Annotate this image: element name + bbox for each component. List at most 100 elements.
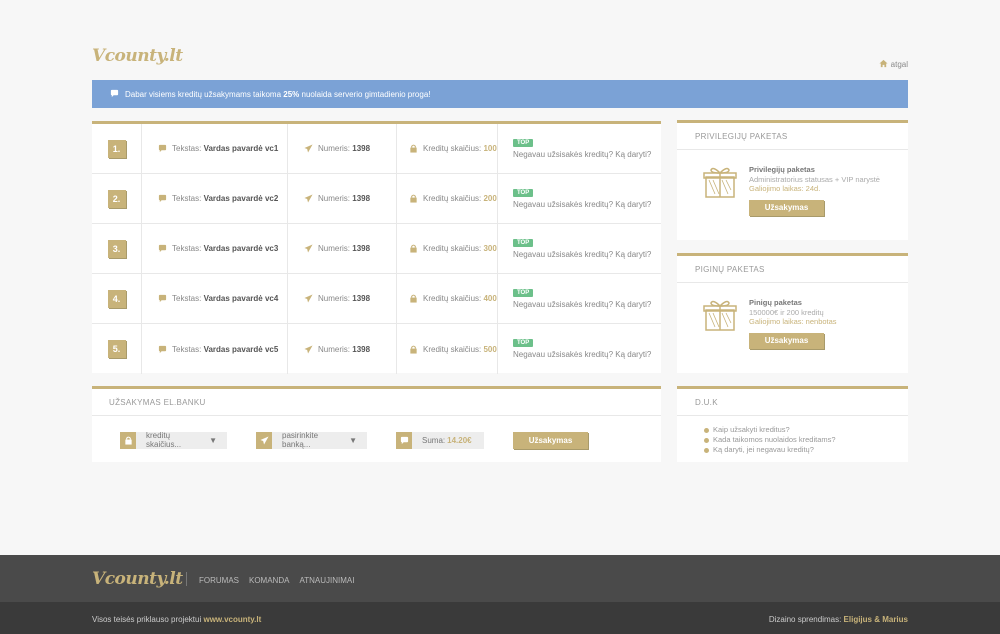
design-authors: Eligijus & Marius xyxy=(843,615,908,624)
package-name: Pinigų paketas xyxy=(749,298,802,307)
footer-link-komanda[interactable]: KOMANDA xyxy=(249,576,289,585)
paper-plane-icon xyxy=(304,244,313,253)
offer-number-badge: 2. xyxy=(107,189,126,208)
chat-bubble-icon xyxy=(158,345,167,354)
footer-divider xyxy=(186,572,187,586)
offer-row[interactable]: 1. Tekstas: Vardas pavardė vc1 Numeris: … xyxy=(92,124,661,174)
sms-number-label: Numeris: 1398 xyxy=(318,244,371,253)
offer-number-badge: 3. xyxy=(107,239,126,258)
home-icon xyxy=(879,59,888,70)
footer-bottom: Visos teisės priklauso projektui www.vco… xyxy=(0,602,1000,634)
package-title: PRIVILEGIJŲ PAKETAS xyxy=(677,123,908,150)
sms-number-label: Numeris: 1398 xyxy=(318,344,371,354)
paper-plane-icon xyxy=(304,194,313,203)
package-description: 150000€ ir 200 kreditų xyxy=(749,307,824,317)
header: Vcounty.lt atgal xyxy=(92,44,908,72)
copyright-text: Visos teisės priklauso projektui www.vco… xyxy=(92,615,262,624)
sms-text-value: Vardas pavardė vc2 xyxy=(203,194,279,203)
lock-icon xyxy=(409,294,418,303)
sms-number-label: Numeris: 1398 xyxy=(318,194,371,203)
lock-icon xyxy=(409,144,418,153)
paper-plane-icon xyxy=(304,344,313,354)
credit-offers-table: 1. Tekstas: Vardas pavardė vc1 Numeris: … xyxy=(92,121,661,374)
bullet-icon xyxy=(704,447,709,453)
sms-number-label: Numeris: 1398 xyxy=(318,144,371,153)
bank-select[interactable]: pasirinkite banką... ▼ xyxy=(256,431,367,449)
help-link[interactable]: Negavau užsisakės kreditų? Ką daryti? xyxy=(513,150,651,159)
bank-order-panel: UŽSAKYMAS EL.BANKU kreditų skaičius... ▼ … xyxy=(92,386,661,462)
footer-link-atnaujinimai[interactable]: ATNAUJINIMAI xyxy=(299,576,354,585)
paper-plane-icon xyxy=(256,431,272,449)
order-button[interactable]: Užsakymas xyxy=(513,431,588,449)
help-link[interactable]: Negavau užsisakės kreditų? Ką daryti? xyxy=(513,200,651,209)
package-name: Privilegijų paketas xyxy=(749,165,815,174)
footer-logo[interactable]: Vcounty.lt xyxy=(92,569,183,589)
faq-item[interactable]: Kaip užsakyti kreditus? xyxy=(704,425,908,435)
bullet-icon xyxy=(704,427,709,433)
sms-number-label: Numeris: 1398 xyxy=(318,294,371,303)
help-link[interactable]: Negavau užsisakės kreditų? Ką daryti? xyxy=(513,350,651,359)
banner-text: Dabar visiems kreditų užsakymams taikoma… xyxy=(125,89,431,99)
top-badge: TOP xyxy=(513,188,534,197)
chat-bubble-icon xyxy=(158,294,167,303)
credits-value: 200 xyxy=(483,194,497,203)
design-credit: Dizaino sprendimas: Eligijus & Marius xyxy=(768,615,908,624)
sms-text-label: Tekstas: Vardas pavardė vc1 xyxy=(172,144,279,153)
sms-text-label: Tekstas: Vardas pavardė vc2 xyxy=(172,194,279,203)
chevron-down-icon: ▼ xyxy=(209,435,217,445)
credits-label: Kreditų skaičius: 300 xyxy=(423,244,497,253)
top-badge: TOP xyxy=(513,138,534,147)
sms-number-value: 1398 xyxy=(352,144,371,153)
sms-text-label: Tekstas: Vardas pavardė vc5 xyxy=(172,344,279,354)
faq-item[interactable]: Kada taikomos nuolaidos kreditams? xyxy=(704,435,908,445)
chat-bubble-icon xyxy=(396,431,412,449)
faq-item[interactable]: Ką daryti, jei negavau kreditų? xyxy=(704,445,908,455)
bank-order-form: kreditų skaičius... ▼ pasirinkite banką..… xyxy=(92,416,661,464)
top-badge: TOP xyxy=(513,339,534,347)
sms-text-value: Vardas pavardė vc3 xyxy=(203,244,279,253)
sms-number-value: 1398 xyxy=(352,194,371,203)
credits-select[interactable]: kreditų skaičius... ▼ xyxy=(120,431,227,449)
offer-row[interactable]: 5. Tekstas: Vardas pavardė vc5 Numeris: … xyxy=(92,324,661,374)
package-order-button[interactable]: Užsakymas xyxy=(749,199,824,216)
money-package-panel: PIGINŲ PAKETAS Pinigų paketas 150000€ ir… xyxy=(677,253,908,373)
paper-plane-icon xyxy=(304,144,313,153)
sum-value: 14.20€ xyxy=(447,435,472,445)
sms-number-value: 1398 xyxy=(352,344,371,354)
offer-row[interactable]: 2. Tekstas: Vardas pavardė vc2 Numeris: … xyxy=(92,174,661,224)
credits-label: Kreditų skaičius: 200 xyxy=(423,194,497,203)
lock-icon xyxy=(409,345,418,354)
sms-text-label: Tekstas: Vardas pavardė vc3 xyxy=(172,244,279,253)
bank-panel-title: UŽSAKYMAS EL.BANKU xyxy=(92,389,661,416)
back-link[interactable]: atgal xyxy=(879,59,908,70)
package-order-button[interactable]: Užsakymas xyxy=(749,332,824,349)
help-link[interactable]: Negavau užsisakės kreditų? Ką daryti? xyxy=(513,250,651,259)
footer-nav: FORUMAS KOMANDA ATNAUJINIMAI xyxy=(199,576,354,585)
chat-bubble-icon xyxy=(158,144,167,153)
faq-title: D.U.K xyxy=(677,389,908,416)
gift-icon xyxy=(703,167,737,198)
top-badge: TOP xyxy=(513,288,534,297)
site-link[interactable]: www.vcounty.lt xyxy=(203,615,261,624)
chat-bubble-icon xyxy=(158,194,167,203)
chat-bubble-icon xyxy=(110,89,119,100)
offer-row[interactable]: 3. Tekstas: Vardas pavardė vc3 Numeris: … xyxy=(92,224,661,274)
package-validity: Galiojimo laikas: nenbotas xyxy=(749,317,837,326)
credits-value: 400 xyxy=(483,294,497,303)
chat-bubble-icon xyxy=(158,244,167,253)
footer-nav-bar: Vcounty.lt FORUMAS KOMANDA ATNAUJINIMAI xyxy=(0,555,1000,602)
offer-number-badge: 1. xyxy=(107,139,126,158)
offer-row[interactable]: 4. Tekstas: Vardas pavardė vc4 Numeris: … xyxy=(92,274,661,324)
sms-text-value: Vardas pavardė vc5 xyxy=(203,344,279,354)
gift-icon xyxy=(703,300,737,331)
credits-label: Kreditų skaičius: 400 xyxy=(423,294,497,303)
faq-panel: D.U.K Kaip užsakyti kreditus? Kada taiko… xyxy=(677,386,908,462)
site-logo[interactable]: Vcounty.lt xyxy=(92,46,183,66)
package-validity: Galiojimo laikas: 24d. xyxy=(749,184,821,193)
credits-value: 100 xyxy=(483,144,497,153)
help-link[interactable]: Negavau užsisakės kreditų? Ką daryti? xyxy=(513,300,651,309)
sms-text-value: Vardas pavardė vc4 xyxy=(203,294,279,303)
credits-label: Kreditų skaičius: 500 xyxy=(423,344,497,354)
chevron-down-icon: ▼ xyxy=(349,435,357,445)
footer-link-forumas[interactable]: FORUMAS xyxy=(199,576,239,585)
